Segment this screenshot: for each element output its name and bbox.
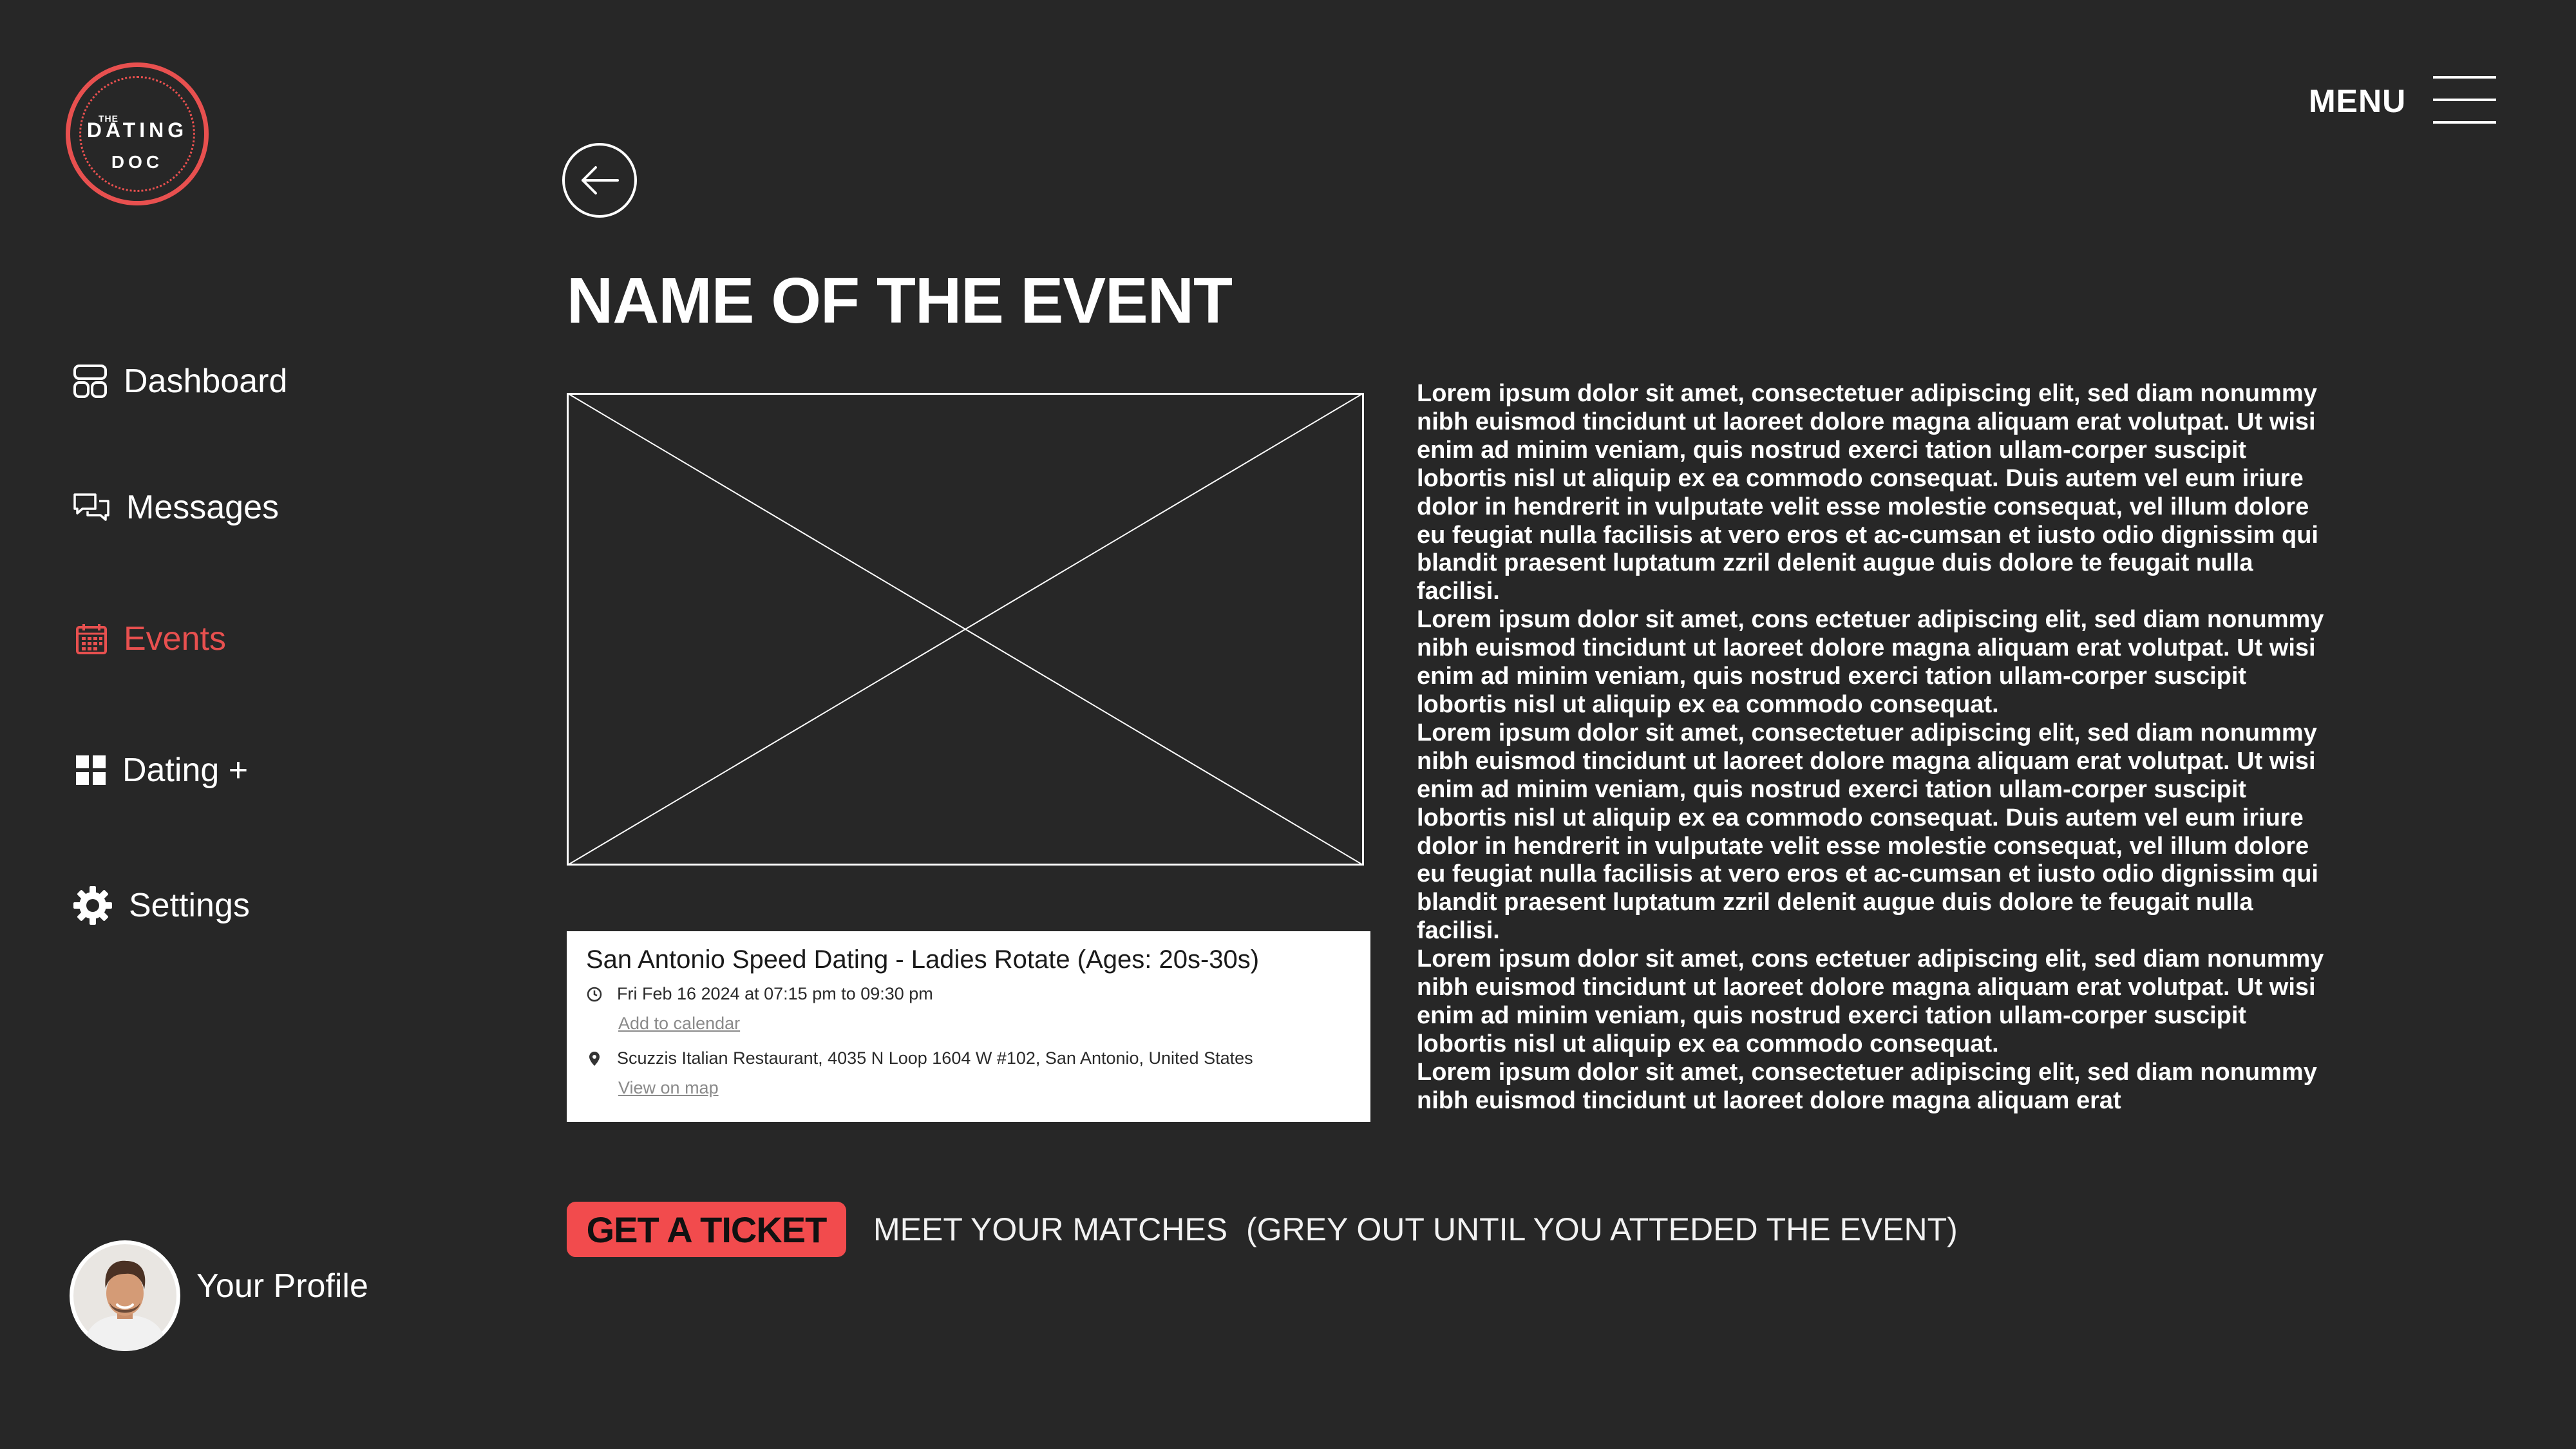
description-paragraph: Lorem ipsum dolor sit amet, consectetuer… [1417,380,2318,605]
logo-text-line2: DOC [111,152,164,172]
event-image-placeholder [567,393,1364,866]
sidebar-item-dating-plus[interactable]: Dating + [75,751,248,790]
back-button[interactable] [562,143,637,218]
sidebar-item-label: Dating + [122,752,249,789]
description-paragraph: Lorem ipsum dolor sit amet, consectetuer… [1417,1058,2317,1114]
sidebar-item-label: Messages [126,489,279,526]
grey-out-note: (GREY OUT UNTIL YOU ATTEDED THE EVENT) [1246,1211,1958,1247]
dashboard-icon [73,365,107,398]
profile-photo [73,1244,176,1351]
sidebar-item-messages[interactable]: Messages [72,488,279,527]
messages-icon [73,493,109,521]
hamburger-menu-icon[interactable] [2433,76,2496,124]
event-details-card: San Antonio Speed Dating - Ladies Rotate… [567,931,1370,1122]
event-datetime-row: Fri Feb 16 2024 at 07:15 pm to 09:30 pm [586,984,933,1004]
clock-icon [587,987,602,1001]
logo-text-line1: DATING [86,118,188,142]
page-title: NAME OF THE EVENT [567,265,1233,337]
profile-label[interactable]: Your Profile [196,1267,368,1305]
description-paragraph: Lorem ipsum dolor sit amet, cons ectetue… [1417,606,2324,718]
menu-label[interactable]: MENU [2309,82,2406,120]
get-ticket-button[interactable]: GET A TICKET [567,1202,846,1257]
description-paragraph: Lorem ipsum dolor sit amet, consectetuer… [1417,719,2318,945]
location-pin-icon [589,1051,600,1066]
sidebar-item-label: Dashboard [124,363,288,400]
event-location: Scuzzis Italian Restaurant, 4035 N Loop … [617,1048,1253,1068]
event-location-row: Scuzzis Italian Restaurant, 4035 N Loop … [586,1048,1253,1068]
logo[interactable]: THE DATING DOC [66,62,209,205]
sidebar-item-settings[interactable]: Settings [72,885,250,926]
calendar-icon [76,624,107,654]
gear-icon [73,886,112,925]
view-on-map-link[interactable]: View on map [618,1078,719,1098]
avatar[interactable] [70,1240,180,1351]
sidebar-item-dashboard[interactable]: Dashboard [72,362,287,401]
arrow-left-icon [582,166,619,194]
sidebar-item-label: Settings [129,887,250,924]
meet-matches-link[interactable]: MEET YOUR MATCHES [873,1211,1227,1248]
event-description: Lorem ipsum dolor sit amet, consectetuer… [1417,380,2331,1115]
sidebar-item-events[interactable]: Events [75,620,226,658]
event-card-title: San Antonio Speed Dating - Ladies Rotate… [586,945,1260,974]
add-to-calendar-link[interactable]: Add to calendar [618,1014,740,1034]
grid-icon [76,755,106,785]
description-paragraph: Lorem ipsum dolor sit amet, cons ectetue… [1417,945,2324,1057]
event-datetime: Fri Feb 16 2024 at 07:15 pm to 09:30 pm [617,984,933,1003]
sidebar-item-label: Events [124,620,226,658]
